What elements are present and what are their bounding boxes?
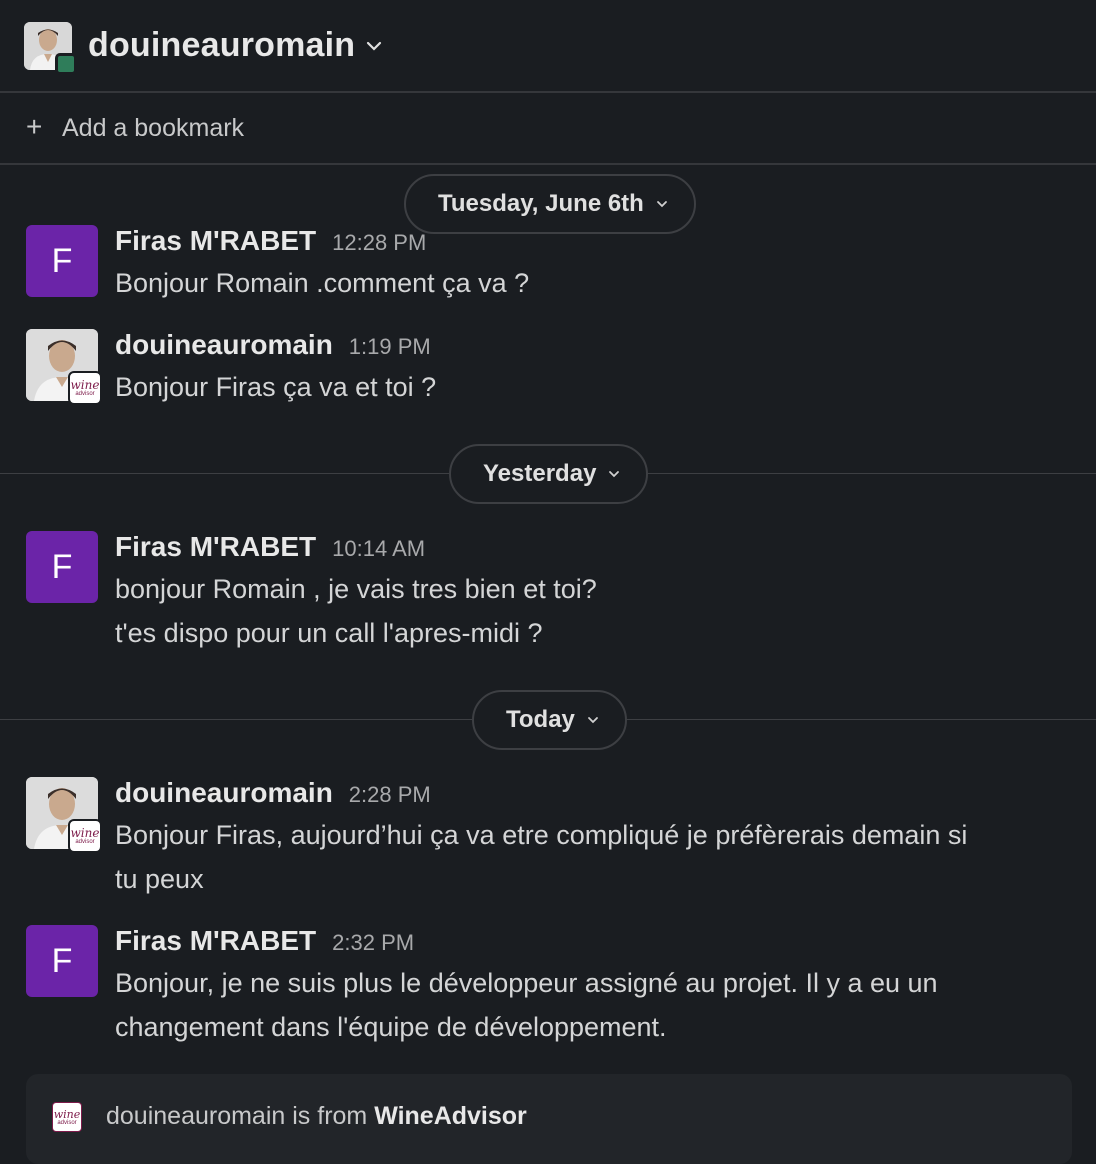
- author-name[interactable]: Firas M'RABET: [115, 925, 316, 957]
- message: wine advisor douineauromain 2:28 PM Bonjo…: [26, 777, 1076, 901]
- timestamp[interactable]: 2:32 PM: [332, 930, 414, 956]
- message-line: bonjour Romain , je vais tres bien et to…: [115, 574, 597, 604]
- day-label: Tuesday, June 6th: [438, 190, 644, 217]
- wineadvisor-logo-icon: wine advisor: [52, 1102, 82, 1132]
- chevron-down-icon: [608, 470, 620, 478]
- channel-title[interactable]: douineauromain: [88, 26, 355, 65]
- message-text: Bonjour Firas ça va et toi ?: [115, 372, 437, 402]
- chevron-down-icon: [587, 716, 599, 724]
- message-text: Bonjour Romain .comment ça va ?: [115, 268, 530, 298]
- timestamp[interactable]: 2:28 PM: [349, 782, 431, 808]
- timestamp[interactable]: 12:28 PM: [332, 230, 426, 256]
- message: F Firas M'RABET 2:32 PM Bonjour, je ne s…: [26, 925, 1076, 1049]
- message: F Firas M'RABET 12:28 PM Bonjour Romain …: [26, 225, 1076, 305]
- timestamp[interactable]: 1:19 PM: [349, 334, 431, 360]
- message-line: changement dans l'équipe de développemen…: [115, 1012, 667, 1042]
- user-avatar[interactable]: [24, 21, 77, 75]
- message-line: Bonjour Firas, aujourd’hui ça va etre co…: [115, 820, 968, 850]
- external-org-text: douineauromain is from WineAdvisor: [106, 1102, 527, 1131]
- message-text: bonjour Romain , je vais tres bien et to…: [115, 567, 1076, 655]
- avatar[interactable]: wine advisor: [26, 329, 102, 405]
- divider: [0, 163, 1096, 164]
- external-org-notice: wine advisor douineauromain is from WineA…: [26, 1074, 1072, 1164]
- avatar[interactable]: F: [26, 531, 98, 603]
- author-name[interactable]: douineauromain: [115, 329, 333, 361]
- message-line: tu peux: [115, 864, 204, 894]
- day-label: Yesterday: [483, 460, 597, 487]
- message: wine advisor douineauromain 1:19 PM Bonjo…: [26, 329, 1076, 409]
- author-name[interactable]: Firas M'RABET: [115, 225, 316, 257]
- add-bookmark-button[interactable]: + Add a bookmark: [0, 93, 1096, 165]
- day-label: Today: [506, 706, 575, 733]
- day-divider-pill[interactable]: Yesterday: [449, 444, 649, 504]
- day-divider: Yesterday: [0, 444, 1096, 504]
- message: F Firas M'RABET 10:14 AM bonjour Romain …: [26, 531, 1076, 655]
- plus-icon: +: [26, 110, 43, 142]
- channel-header: douineauromain: [0, 0, 1096, 93]
- add-bookmark-label: Add a bookmark: [62, 113, 245, 142]
- message-text: Bonjour, je ne suis plus le développeur …: [115, 961, 1076, 1049]
- day-divider: Today: [0, 690, 1096, 750]
- avatar[interactable]: wine advisor: [26, 777, 102, 853]
- wineadvisor-badge-icon: wine advisor: [68, 819, 102, 853]
- message-text: Bonjour Firas, aujourd’hui ça va etre co…: [115, 813, 1076, 901]
- avatar[interactable]: F: [26, 225, 98, 297]
- wineadvisor-badge-icon: wine advisor: [68, 371, 102, 405]
- author-name[interactable]: Firas M'RABET: [115, 531, 316, 563]
- external-org-prefix: douineauromain is from: [106, 1102, 368, 1130]
- chevron-down-icon: [656, 200, 668, 208]
- chevron-down-icon[interactable]: [365, 40, 383, 52]
- status-active-indicator: [55, 52, 77, 75]
- message-line: Bonjour, je ne suis plus le développeur …: [115, 968, 938, 998]
- message-line: t'es dispo pour un call l'apres-midi ?: [115, 618, 543, 648]
- external-org-name[interactable]: WineAdvisor: [374, 1102, 527, 1130]
- author-name[interactable]: douineauromain: [115, 777, 333, 809]
- day-divider-pill[interactable]: Today: [472, 690, 627, 750]
- timestamp[interactable]: 10:14 AM: [332, 536, 425, 562]
- avatar[interactable]: F: [26, 925, 98, 997]
